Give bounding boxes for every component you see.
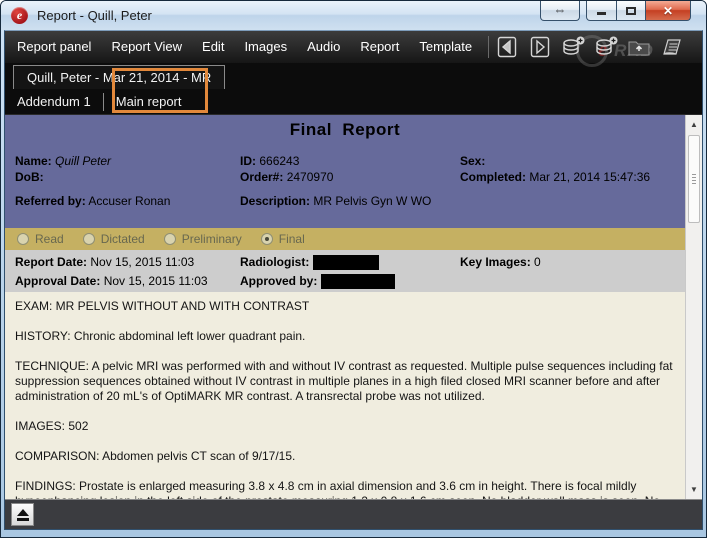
approval-date-label: Approval Date: <box>15 274 100 288</box>
images-paragraph: IMAGES: 502 <box>15 419 673 434</box>
radio-dictated-icon <box>83 233 95 245</box>
history-paragraph: HISTORY: Chronic abdominal left lower qu… <box>15 329 673 344</box>
next-report-icon[interactable] <box>528 35 552 59</box>
menu-report[interactable]: Report <box>350 31 409 63</box>
maximize-button[interactable] <box>617 1 646 21</box>
menu-report-panel[interactable]: Report panel <box>5 31 101 63</box>
completed-label: Completed: <box>460 170 526 184</box>
scroll-up-icon[interactable]: ▲ <box>686 120 702 129</box>
description-label: Description: <box>240 194 310 208</box>
report-meta-bar: Report Date: Nov 15, 2015 11:03 Radiolog… <box>5 250 685 292</box>
radiologist-label: Radiologist: <box>240 253 309 272</box>
sex-label: Sex: <box>460 154 485 168</box>
report-date-label: Report Date: <box>15 255 87 269</box>
exam-paragraph: EXAM: MR PELVIS WITHOUT AND WITH CONTRAS… <box>15 299 673 314</box>
report-tab-bar: Addendum 1 Main report <box>5 89 702 115</box>
scroll-down-icon[interactable]: ▼ <box>686 485 702 494</box>
radiologist-redaction <box>313 255 379 270</box>
menu-template[interactable]: Template <box>409 31 482 63</box>
id-label: ID: <box>240 154 256 168</box>
tab-main-report[interactable]: Main report <box>104 89 194 114</box>
status-read[interactable]: Read <box>17 232 64 246</box>
report-book-icon[interactable] <box>660 35 684 59</box>
title-bar[interactable]: e Report - Quill, Peter ⇔ ✕ <box>1 1 706 30</box>
report-status-bar: Read Dictated Preliminary Final <box>5 228 685 250</box>
dock-toggle-button[interactable]: ⇔ <box>540 1 580 21</box>
report-body-text: EXAM: MR PELVIS WITHOUT AND WITH CONTRAS… <box>5 292 685 499</box>
scrollbar-grip-icon <box>692 174 696 184</box>
report-date: Nov 15, 2015 11:03 <box>90 255 194 269</box>
status-read-label: Read <box>35 232 64 246</box>
toolbar-separator <box>488 36 489 58</box>
menu-edit[interactable]: Edit <box>192 31 234 63</box>
dob-label: DoB: <box>15 170 44 184</box>
status-final-label: Final <box>279 232 305 246</box>
patient-info: Name: Quill Peter ID: 666243 Sex: DoB: O… <box>5 153 685 209</box>
study-description: MR Pelvis Gyn W WO <box>313 194 431 208</box>
window-title: Report - Quill, Peter <box>37 8 152 23</box>
eject-icon <box>17 509 29 516</box>
report-view: Final Report Name: Quill Peter ID: 66624… <box>5 115 702 499</box>
patient-name: Quill Peter <box>55 154 111 168</box>
order-number: 2470970 <box>287 170 334 184</box>
minimize-icon <box>597 12 606 15</box>
referring-physician: Accuser Ronan <box>88 194 170 208</box>
approved-by-label: Approved by: <box>240 272 317 291</box>
technique-paragraph: TECHNIQUE: A pelvic MRI was performed wi… <box>15 359 673 404</box>
study-tab[interactable]: Quill, Peter - Mar 21, 2014 - MR <box>13 65 225 89</box>
maximize-icon <box>626 7 636 15</box>
completed-datetime: Mar 21, 2014 15:47:36 <box>529 170 650 184</box>
eject-audio-button[interactable] <box>11 503 34 526</box>
open-study-folder-icon[interactable] <box>627 35 651 59</box>
scrollbar-thumb[interactable] <box>688 135 700 223</box>
name-label: Name: <box>15 154 52 168</box>
menu-report-view[interactable]: Report View <box>101 31 192 63</box>
approved-by-redaction <box>321 274 395 289</box>
study-tab-bar: Quill, Peter - Mar 21, 2014 - MR <box>5 63 702 89</box>
radio-read-icon <box>17 233 29 245</box>
vertical-scrollbar[interactable]: ▲ ▼ <box>685 115 702 499</box>
status-preliminary-label: Preliminary <box>182 232 242 246</box>
tab-addendum-1[interactable]: Addendum 1 <box>5 89 103 114</box>
findings-paragraph: FINDINGS: Prostate is enlarged measuring… <box>15 479 673 499</box>
status-preliminary[interactable]: Preliminary <box>164 232 242 246</box>
menu-bar: Report panel Report View Edit Images Aud… <box>5 31 702 63</box>
minimize-button[interactable] <box>586 1 617 21</box>
patient-id: 666243 <box>259 154 299 168</box>
key-images-count: 0 <box>534 255 541 269</box>
bottom-bar <box>5 499 702 529</box>
menu-audio[interactable]: Audio <box>297 31 350 63</box>
erad-app-icon: e <box>11 7 28 24</box>
report-header: Final Report Name: Quill Peter ID: 66624… <box>5 115 685 228</box>
radio-preliminary-icon <box>164 233 176 245</box>
status-dictated-label: Dictated <box>101 232 145 246</box>
import-dictation-icon[interactable] <box>594 35 618 59</box>
close-button[interactable]: ✕ <box>646 1 691 21</box>
close-icon: ✕ <box>663 4 673 18</box>
radio-final-icon <box>261 233 273 245</box>
export-dictation-icon[interactable] <box>561 35 585 59</box>
referred-by-label: Referred by: <box>15 194 86 208</box>
menu-images[interactable]: Images <box>234 31 297 63</box>
status-dictated[interactable]: Dictated <box>83 232 145 246</box>
report-title: Final Report <box>5 120 685 140</box>
report-window: e Report - Quill, Peter ⇔ ✕ Report panel… <box>0 0 707 538</box>
comparison-paragraph: COMPARISON: Abdomen pelvis CT scan of 9/… <box>15 449 673 464</box>
previous-report-icon[interactable] <box>495 35 519 59</box>
toolbar: e RAD <box>495 35 684 59</box>
key-images-label: Key Images: <box>460 255 531 269</box>
approval-date: Nov 15, 2015 11:03 <box>104 274 208 288</box>
order-label: Order#: <box>240 170 283 184</box>
status-final[interactable]: Final <box>261 232 305 246</box>
